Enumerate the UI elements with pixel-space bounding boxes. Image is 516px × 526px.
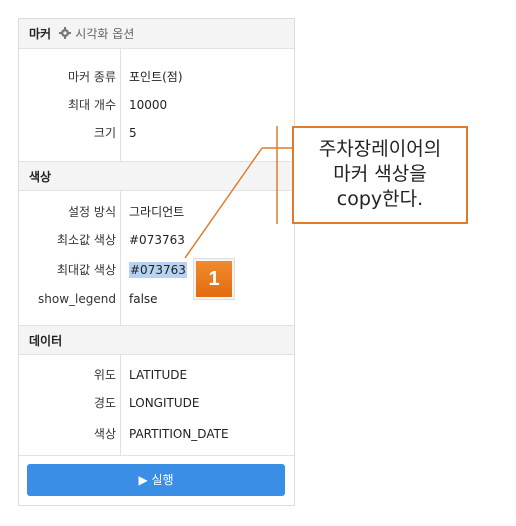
callout-connector: [184, 126, 292, 259]
callout-line: 주차장레이어의: [318, 138, 442, 160]
step-number-badge: 1: [194, 259, 234, 299]
annotation-callout: 주차장레이어의 마커 색상을 copy한다.: [292, 126, 468, 224]
callout-line: copy한다.: [336, 188, 424, 210]
callout-line: 마커 색상을: [333, 163, 427, 185]
